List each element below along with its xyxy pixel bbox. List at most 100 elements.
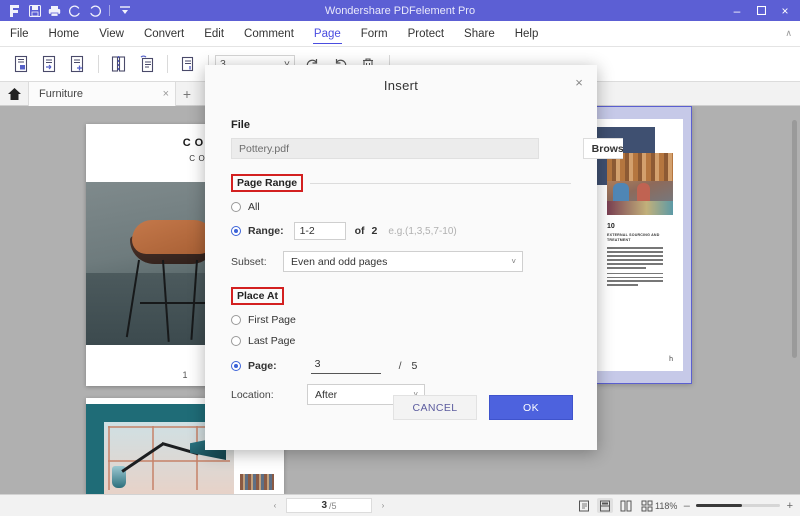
radio-specific-page[interactable]: Page: 3 / 5 <box>231 358 571 374</box>
extract-page-icon[interactable] <box>36 51 62 77</box>
menu-item-help[interactable]: Help <box>505 21 549 47</box>
photo-person-left <box>613 183 629 203</box>
page2-body-text <box>607 247 663 288</box>
thumbnail-grid-view-icon[interactable] <box>639 498 655 513</box>
range-hint-text: e.g.(1,3,5,7-10) <box>388 225 457 237</box>
maximize-button[interactable] <box>750 2 772 19</box>
zoom-in-button[interactable]: + <box>785 500 794 512</box>
radio-range-indicator <box>231 226 241 236</box>
zoom-controls: 118% – + <box>655 500 794 512</box>
dialog-body: File Pottery.pdf Browse... Page Range Al… <box>205 93 623 405</box>
single-page-view-icon[interactable] <box>576 498 592 513</box>
dialog-title: Insert <box>383 78 419 93</box>
radio-page-range[interactable]: Range: 1-2 of 2 e.g.(1,3,5,7-10) <box>231 222 571 240</box>
menu-item-edit[interactable]: Edit <box>194 21 234 47</box>
radio-first-page[interactable]: First Page <box>231 314 571 326</box>
menu-item-comment[interactable]: Comment <box>234 21 304 47</box>
file-section-label: File <box>231 119 250 131</box>
insert-page-icon[interactable] <box>8 51 34 77</box>
photo-person-right <box>637 183 650 202</box>
zoom-out-button[interactable]: – <box>682 500 691 512</box>
close-tab-icon[interactable]: × <box>163 88 169 100</box>
zoom-level-label: 118% <box>655 500 678 511</box>
document-tab-furniture[interactable]: Furniture × <box>28 81 176 106</box>
menu-item-convert[interactable]: Convert <box>134 21 194 47</box>
page-range-section-header: Page Range <box>231 174 571 192</box>
place-at-section-header: Place At <box>231 287 571 305</box>
menu-item-protect[interactable]: Protect <box>398 21 454 47</box>
radio-all-indicator <box>231 202 241 212</box>
radio-page-label: Page: <box>248 360 277 372</box>
subset-row: Subset: Even and odd pages ˅ <box>231 251 571 272</box>
photo-mat <box>607 201 673 215</box>
document-tab-label: Furniture <box>39 87 84 100</box>
radio-last-page[interactable]: Last Page <box>231 335 571 347</box>
customize-dropdown-icon[interactable] <box>116 2 133 19</box>
split-page-icon[interactable] <box>105 51 131 77</box>
radio-last-page-label: Last Page <box>248 335 296 347</box>
page-number-input[interactable]: 3 /5 <box>286 498 372 513</box>
place-page-input[interactable]: 3 <box>310 358 381 374</box>
print-icon[interactable] <box>46 2 63 19</box>
application-window: Wondershare PDFelement Pro – × File Home… <box>0 0 800 516</box>
menu-item-form[interactable]: Form <box>351 21 398 47</box>
total-pages-value: /5 <box>329 500 337 511</box>
minimize-button[interactable]: – <box>726 2 748 19</box>
menu-bar: File Home View Convert Edit Comment Page… <box>0 21 800 47</box>
close-button[interactable]: × <box>774 2 796 19</box>
ok-button[interactable]: OK <box>489 395 573 420</box>
radio-range-label: Range: <box>248 225 284 237</box>
section-rule <box>310 182 571 184</box>
save-icon[interactable] <box>26 2 43 19</box>
chair-rail <box>140 302 214 304</box>
toolbar-divider <box>109 5 110 16</box>
facing-view-icon[interactable] <box>618 498 634 513</box>
dialog-close-icon[interactable]: × <box>572 75 586 90</box>
radio-all-label: All <box>248 201 260 213</box>
location-label: Location: <box>231 388 274 401</box>
window-controls: – × <box>726 2 796 19</box>
duplicate-page-icon[interactable] <box>174 51 200 77</box>
range-value-input[interactable]: 1-2 <box>293 222 346 240</box>
subset-selected-value: Even and odd pages <box>291 255 388 268</box>
page2-heading: 10 <box>607 223 615 230</box>
previous-page-button[interactable]: ‹ <box>270 501 280 510</box>
subset-label: Subset: <box>231 255 267 268</box>
menu-item-page[interactable]: Page <box>304 21 351 47</box>
range-of-label: of <box>354 225 365 237</box>
ribbon-divider-2 <box>167 55 168 73</box>
dialog-actions: CANCEL OK <box>393 395 573 420</box>
zoom-slider[interactable] <box>696 504 781 507</box>
menu-item-home[interactable]: Home <box>39 21 90 47</box>
browse-button[interactable]: Browse... <box>583 138 623 159</box>
subset-select[interactable]: Even and odd pages ˅ <box>283 251 523 272</box>
menu-item-view[interactable]: View <box>89 21 134 47</box>
continuous-view-icon[interactable] <box>597 498 613 513</box>
collapse-ribbon-icon[interactable]: ∧ <box>785 28 792 39</box>
home-icon[interactable] <box>0 82 28 106</box>
place-page-total: 5 <box>411 360 418 372</box>
status-bar: ‹ 3 /5 › 118% – + <box>0 494 800 516</box>
radio-all-pages[interactable]: All <box>231 201 571 213</box>
redo-icon[interactable] <box>86 2 103 19</box>
add-page-icon[interactable] <box>64 51 90 77</box>
page2-subheading: EXTERNAL SOURCING AND TREATMENT <box>607 233 660 242</box>
insert-dialog: Insert × File Pottery.pdf Browse... Page… <box>205 65 623 450</box>
radio-page-indicator <box>231 361 241 371</box>
location-selected-value: After <box>315 388 338 401</box>
radio-first-page-label: First Page <box>248 314 296 326</box>
browse-button-clip: Browse... <box>231 138 623 159</box>
vertical-scrollbar[interactable] <box>792 120 797 358</box>
range-total-value: 2 <box>371 225 378 237</box>
cancel-button[interactable]: CANCEL <box>393 395 477 420</box>
current-page-value: 3 <box>321 500 328 511</box>
next-page-button[interactable]: › <box>378 501 388 510</box>
title-bar: Wondershare PDFelement Pro – × <box>0 0 800 21</box>
new-tab-button[interactable]: + <box>176 86 198 102</box>
menu-item-share[interactable]: Share <box>454 21 505 47</box>
undo-icon[interactable] <box>66 2 83 19</box>
replace-page-icon[interactable] <box>133 51 159 77</box>
ribbon-divider <box>98 55 99 73</box>
radio-last-page-indicator <box>231 336 241 346</box>
menu-item-file[interactable]: File <box>0 21 39 47</box>
